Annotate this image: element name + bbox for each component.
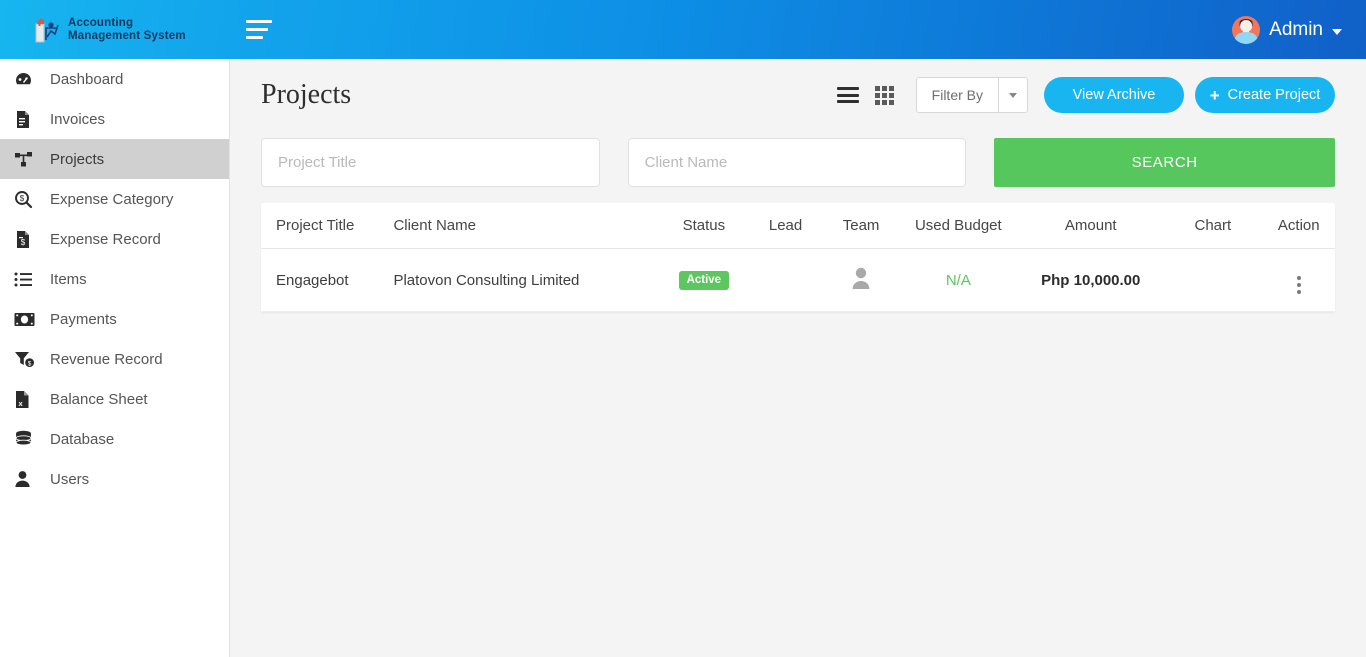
column-header-amount: Amount <box>1018 203 1164 249</box>
dashboard-gauge-icon <box>14 70 50 89</box>
sidebar-item-label: Payments <box>50 310 117 328</box>
sidebar-item-label: Expense Category <box>50 190 174 208</box>
sidebar-item-expense-category[interactable]: $ Expense Category <box>0 179 229 219</box>
sidebar-item-database[interactable]: Database <box>0 419 229 459</box>
building-chart-logo-icon <box>34 16 60 44</box>
project-title-input[interactable] <box>261 137 600 187</box>
table-row[interactable]: Engagebot Platovon Consulting Limited Ac… <box>261 248 1335 312</box>
svg-text:$: $ <box>28 360 32 367</box>
column-header-team: Team <box>823 203 899 249</box>
column-header-project-title: Project Title <box>261 203 394 249</box>
cell-amount: Php 10,000.00 <box>1018 248 1164 312</box>
sidebar-item-label: Revenue Record <box>50 350 163 368</box>
project-nodes-icon <box>14 150 50 169</box>
sidebar-item-balance-sheet[interactable]: x Balance Sheet <box>0 379 229 419</box>
projects-table: Project Title Client Name Status Lead Te… <box>261 203 1335 312</box>
cell-chart <box>1163 248 1263 312</box>
status-badge: Active <box>678 271 730 290</box>
user-icon <box>14 470 50 488</box>
user-silhouette-icon <box>850 266 872 294</box>
toolbar: Filter By View Archive + Create Project <box>836 77 1335 113</box>
used-budget-value: N/A <box>945 271 971 289</box>
hamburger-icon[interactable] <box>242 13 276 47</box>
user-name: Admin <box>1269 18 1323 40</box>
column-header-lead: Lead <box>747 203 824 249</box>
table-header-row: Project Title Client Name Status Lead Te… <box>261 203 1335 249</box>
view-archive-button[interactable]: View Archive <box>1044 77 1184 113</box>
filter-by-label[interactable]: Filter By <box>915 77 998 113</box>
view-switcher <box>836 85 894 105</box>
column-header-chart: Chart <box>1163 203 1263 249</box>
cell-project-title: Engagebot <box>261 248 394 312</box>
filter-by-toggle[interactable] <box>998 77 1028 113</box>
cell-action <box>1262 248 1335 312</box>
cell-lead <box>747 248 824 312</box>
brand-block: Accounting Management System <box>0 0 230 59</box>
sidebar-item-label: Database <box>50 430 115 448</box>
client-name-input[interactable] <box>627 137 967 187</box>
create-project-label: Create Project <box>1227 87 1321 103</box>
sidebar-item-items[interactable]: Items <box>0 259 229 299</box>
sidebar: Dashboard Invoices Projects $ Expense Ca… <box>0 59 230 657</box>
amount-value: Php 10,000.00 <box>1041 271 1141 289</box>
search-button[interactable]: SEARCH <box>994 137 1335 187</box>
brand-name: Accounting Management System <box>68 16 186 42</box>
database-icon <box>14 430 50 448</box>
user-avatar <box>1232 15 1261 44</box>
money-bill-icon <box>14 312 50 327</box>
main-content: Projects Filter By View Archive + Create… <box>230 59 1366 657</box>
excel-file-icon: x <box>14 390 50 409</box>
invoice-document-icon <box>14 110 50 129</box>
sidebar-item-label: Invoices <box>50 110 106 128</box>
sidebar-item-revenue-record[interactable]: $ Revenue Record <box>0 339 229 379</box>
create-project-button[interactable]: + Create Project <box>1195 77 1335 113</box>
page-title: Projects <box>261 79 352 110</box>
sidebar-item-expense-record[interactable]: $ Expense Record <box>0 219 229 259</box>
search-filters: SEARCH <box>230 131 1366 193</box>
page-header: Projects Filter By View Archive + Create… <box>230 59 1366 131</box>
sidebar-item-label: Users <box>50 470 90 488</box>
column-header-status: Status <box>660 203 748 249</box>
document-dollar-icon: $ <box>14 230 50 249</box>
svg-text:$: $ <box>20 194 25 203</box>
filter-by-dropdown[interactable]: Filter By <box>915 77 1028 113</box>
column-header-action: Action <box>1262 203 1335 249</box>
sidebar-item-label: Expense Record <box>50 230 161 248</box>
sidebar-item-label: Projects <box>50 150 105 168</box>
cell-used-budget: N/A <box>898 248 1019 312</box>
cell-team <box>823 248 899 312</box>
cell-status: Active <box>660 248 748 312</box>
funnel-dollar-icon: $ <box>14 350 50 369</box>
top-bar: Accounting Management System Admin <box>0 0 1366 59</box>
svg-text:$: $ <box>21 238 26 247</box>
sidebar-item-projects[interactable]: Projects <box>0 139 229 179</box>
magnifier-dollar-icon: $ <box>14 190 50 209</box>
user-menu[interactable]: Admin <box>1232 0 1342 59</box>
plus-icon: + <box>1209 85 1220 105</box>
sidebar-item-label: Dashboard <box>50 70 124 88</box>
list-view-icon[interactable] <box>836 87 859 103</box>
cell-client-name: Platovon Consulting Limited <box>393 248 661 312</box>
column-header-used-budget: Used Budget <box>898 203 1019 249</box>
vertical-dots-icon[interactable] <box>1296 275 1301 294</box>
sidebar-item-invoices[interactable]: Invoices <box>0 99 229 139</box>
chevron-down-icon <box>1332 28 1342 35</box>
sidebar-item-label: Balance Sheet <box>50 390 148 408</box>
sidebar-item-label: Items <box>50 270 87 288</box>
column-header-client-name: Client Name <box>393 203 661 249</box>
sidebar-item-payments[interactable]: Payments <box>0 299 229 339</box>
list-icon <box>14 271 50 288</box>
sidebar-item-users[interactable]: Users <box>0 459 229 499</box>
chevron-down-icon <box>1009 92 1017 98</box>
grid-view-icon[interactable] <box>874 85 894 105</box>
sidebar-item-dashboard[interactable]: Dashboard <box>0 59 229 99</box>
